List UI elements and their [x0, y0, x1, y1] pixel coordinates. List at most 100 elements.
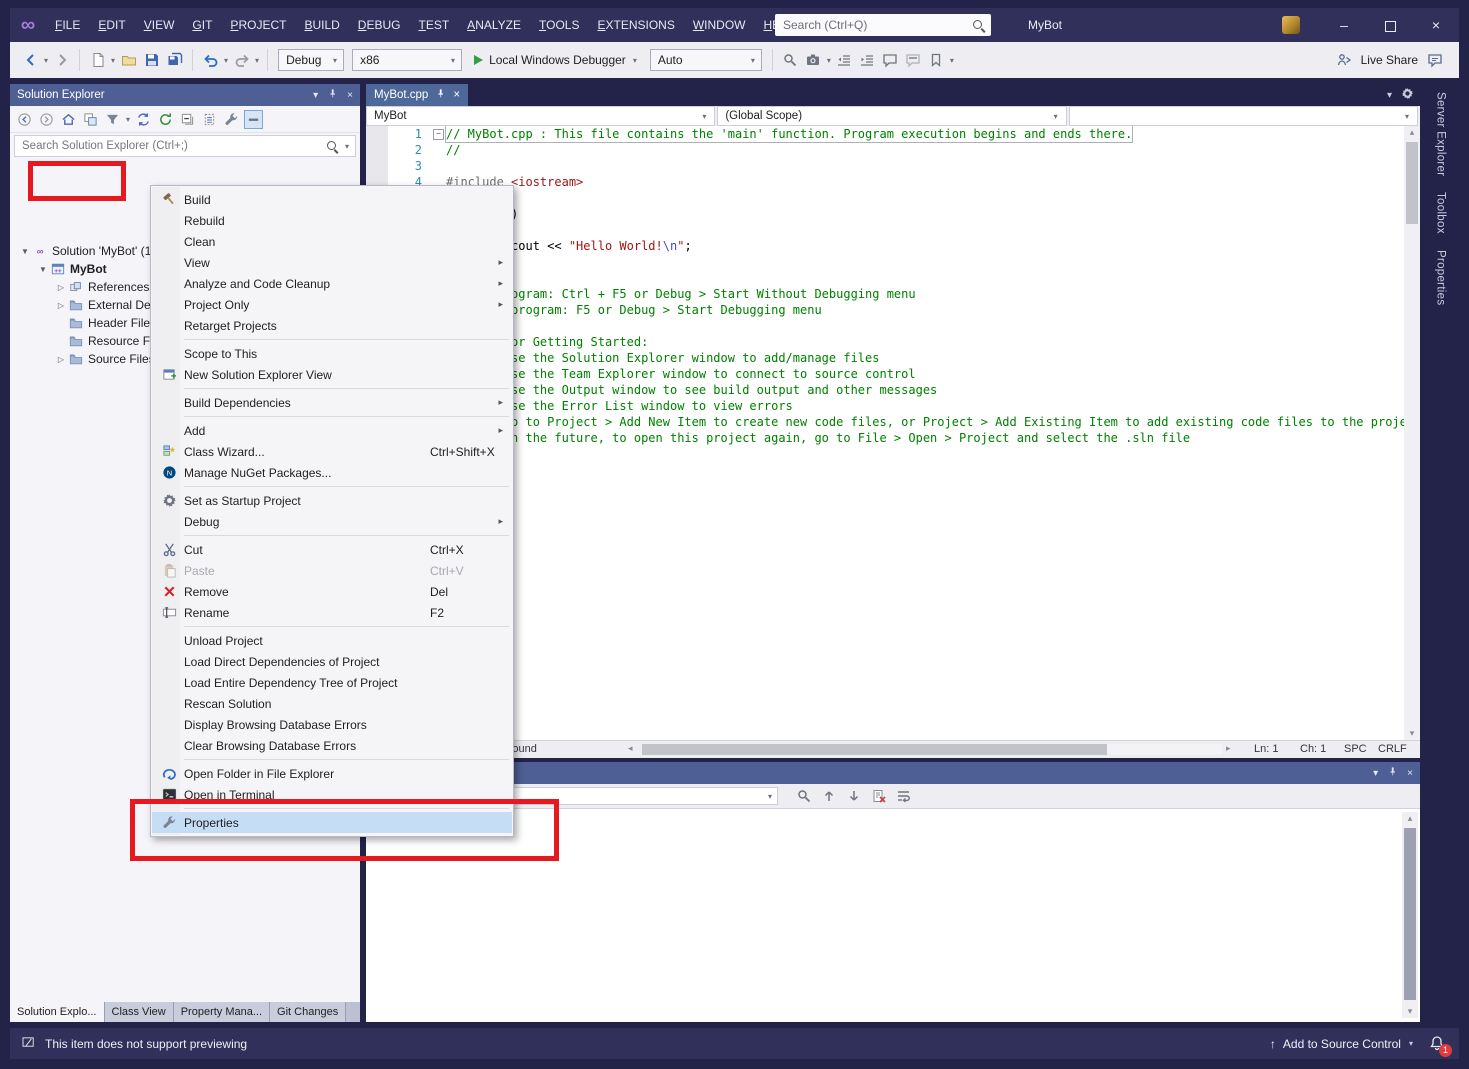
pin-icon[interactable]: [1387, 766, 1398, 780]
active-files-caret-icon[interactable]: ▾: [1387, 90, 1392, 101]
sync-with-active-document-icon[interactable]: [134, 110, 153, 129]
menu-build[interactable]: BUILD: [295, 8, 348, 42]
navigate-backward-caret-icon[interactable]: ▾: [44, 56, 48, 65]
close-panel-icon[interactable]: ×: [1407, 768, 1413, 779]
expand-arrow-icon[interactable]: ▼: [36, 265, 50, 274]
search-options-caret-icon[interactable]: ▾: [345, 142, 349, 151]
context-item-debug[interactable]: Debug▸: [152, 511, 512, 532]
save-icon[interactable]: [141, 50, 162, 71]
output-panel-header[interactable]: ▾ ×: [366, 762, 1420, 784]
panel-tab-property-mana[interactable]: Property Mana...: [174, 1002, 270, 1022]
context-item-cut[interactable]: CutCtrl+X: [152, 539, 512, 560]
refresh-icon[interactable]: [156, 110, 175, 129]
clear-all-icon[interactable]: [869, 787, 888, 806]
editor-options-gear-icon[interactable]: [1401, 87, 1414, 103]
context-item-view[interactable]: View▸: [152, 252, 512, 273]
find-message-icon[interactable]: [794, 787, 813, 806]
start-debugging-button[interactable]: Local Windows Debugger ▾: [467, 53, 645, 67]
navigate-forward-icon[interactable]: [51, 50, 72, 71]
menu-debug[interactable]: DEBUG: [349, 8, 410, 42]
context-item-open-folder-in-file-explorer[interactable]: Open Folder in File Explorer: [152, 763, 512, 784]
expand-arrow-icon[interactable]: ▷: [54, 283, 68, 292]
save-all-icon[interactable]: [164, 50, 185, 71]
add-to-source-control-button[interactable]: Add to Source Control: [1283, 1037, 1401, 1051]
user-avatar[interactable]: [1282, 16, 1300, 34]
uncomment-lines-icon[interactable]: [903, 50, 924, 71]
horizontal-scrollbar[interactable]: [642, 744, 1222, 755]
pin-tab-icon[interactable]: [435, 88, 446, 102]
expand-arrow-icon[interactable]: ▷: [54, 355, 68, 364]
menu-analyze[interactable]: ANALYZE: [458, 8, 530, 42]
solution-search-input[interactable]: Search Solution Explorer (Ctrl+;) ▾: [14, 135, 356, 157]
scroll-right-icon[interactable]: ▸: [1226, 743, 1231, 754]
open-file-icon[interactable]: [118, 50, 139, 71]
snapshot-icon[interactable]: [803, 50, 824, 71]
nav-scope-dropdown[interactable]: (Global Scope) ▾: [717, 106, 1066, 126]
menu-tools[interactable]: TOOLS: [530, 8, 588, 42]
expand-arrow-icon[interactable]: ▷: [54, 301, 68, 310]
scroll-down-icon[interactable]: ▾: [1404, 728, 1420, 739]
menu-view[interactable]: VIEW: [135, 8, 184, 42]
output-vertical-scrollbar[interactable]: ▴ ▾: [1402, 812, 1418, 1018]
redo-caret-icon[interactable]: ▾: [255, 56, 259, 65]
toolbar-overflow-icon[interactable]: ▾: [950, 56, 954, 65]
context-item-remove[interactable]: RemoveDel: [152, 581, 512, 602]
comment-lines-icon[interactable]: [880, 50, 901, 71]
show-all-files-icon[interactable]: [200, 110, 219, 129]
context-item-load-direct-dependencies-of-project[interactable]: Load Direct Dependencies of Project: [152, 651, 512, 672]
source-control-caret-icon[interactable]: ▾: [1409, 1039, 1413, 1048]
panel-tab-class-view[interactable]: Class View: [105, 1002, 174, 1022]
side-tab-properties[interactable]: Properties: [1435, 250, 1447, 305]
close-panel-icon[interactable]: ×: [347, 90, 353, 101]
context-item-analyze-and-code-cleanup[interactable]: Analyze and Code Cleanup▸: [152, 273, 512, 294]
context-item-rescan-solution[interactable]: Rescan Solution: [152, 693, 512, 714]
collapse-region-icon[interactable]: −: [433, 129, 444, 140]
auto-dropdown[interactable]: Auto ▾: [650, 49, 762, 71]
undo-caret-icon[interactable]: ▾: [224, 56, 228, 65]
feedback-icon[interactable]: [1424, 50, 1445, 71]
panel-tab-git-changes[interactable]: Git Changes: [270, 1002, 346, 1022]
menu-project[interactable]: PROJECT: [221, 8, 295, 42]
context-item-new-solution-explorer-view[interactable]: New Solution Explorer View: [152, 364, 512, 385]
side-tab-toolbox[interactable]: Toolbox: [1435, 192, 1447, 234]
window-position-icon[interactable]: ▾: [1373, 768, 1378, 779]
live-share-label[interactable]: Live Share: [1361, 53, 1418, 67]
context-item-rebuild[interactable]: Rebuild: [152, 210, 512, 231]
nav-member-dropdown[interactable]: ▾: [1069, 106, 1418, 126]
back-icon[interactable]: [15, 110, 34, 129]
panel-tab-solution-explo[interactable]: Solution Explo...: [10, 1002, 105, 1022]
menu-extensions[interactable]: EXTENSIONS: [588, 8, 683, 42]
context-item-unload-project[interactable]: Unload Project: [152, 630, 512, 651]
notifications-button[interactable]: 1: [1429, 1035, 1447, 1053]
menu-window[interactable]: WINDOW: [684, 8, 755, 42]
context-item-display-browsing-database-errors[interactable]: Display Browsing Database Errors: [152, 714, 512, 735]
context-item-paste[interactable]: PasteCtrl+V: [152, 560, 512, 581]
context-item-add[interactable]: Add▸: [152, 420, 512, 441]
pending-changes-filter-icon[interactable]: [103, 110, 122, 129]
navigate-backward-icon[interactable]: [20, 50, 41, 71]
live-share-icon[interactable]: [1334, 50, 1355, 71]
quick-search-box[interactable]: Search (Ctrl+Q): [775, 14, 991, 36]
context-item-class-wizard[interactable]: Class Wizard...Ctrl+Shift+X: [152, 441, 512, 462]
editor-tab-mybot-cpp[interactable]: MyBot.cpp ×: [366, 84, 468, 106]
close-tab-icon[interactable]: ×: [453, 89, 460, 101]
redo-icon[interactable]: [231, 50, 252, 71]
scroll-up-icon[interactable]: ▴: [1404, 127, 1420, 138]
switch-views-icon[interactable]: [81, 110, 100, 129]
new-project-caret-icon[interactable]: ▾: [111, 56, 115, 65]
context-item-scope-to-this[interactable]: Scope to This: [152, 343, 512, 364]
scroll-up-icon[interactable]: ▴: [1402, 813, 1418, 824]
solution-explorer-header[interactable]: Solution Explorer ▾ ×: [10, 84, 360, 106]
collapse-all-icon[interactable]: [178, 110, 197, 129]
indent-decrease-icon[interactable]: [834, 50, 855, 71]
context-item-build-dependencies[interactable]: Build Dependencies▸: [152, 392, 512, 413]
solution-configurations-dropdown[interactable]: Debug ▾: [278, 49, 344, 71]
goto-previous-message-icon[interactable]: [819, 787, 838, 806]
solution-platforms-dropdown[interactable]: x86 ▾: [352, 49, 462, 71]
context-item-clean[interactable]: Clean: [152, 231, 512, 252]
chevron-down-icon[interactable]: ▾: [827, 56, 831, 65]
context-item-clear-browsing-database-errors[interactable]: Clear Browsing Database Errors: [152, 735, 512, 756]
undo-icon[interactable]: [200, 50, 221, 71]
context-item-retarget-projects[interactable]: Retarget Projects: [152, 315, 512, 336]
context-item-load-entire-dependency-tree-of-project[interactable]: Load Entire Dependency Tree of Project: [152, 672, 512, 693]
